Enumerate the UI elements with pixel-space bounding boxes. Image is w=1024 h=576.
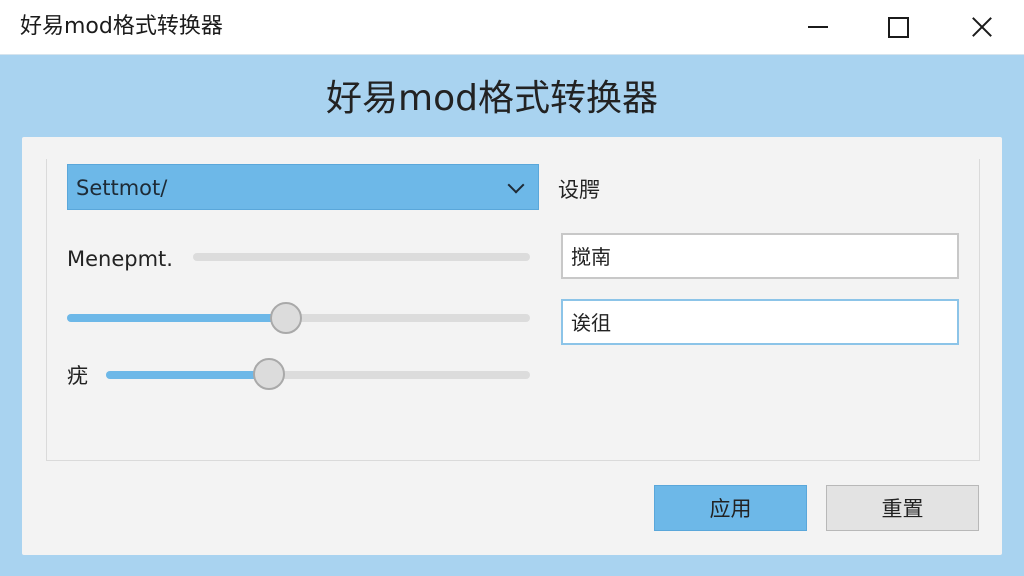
- app-title: 好易mod格式转换器: [326, 78, 658, 119]
- minimize-button[interactable]: [788, 0, 848, 54]
- minimize-icon: [808, 26, 828, 28]
- dropdown-value: Settmot/: [76, 176, 168, 200]
- text-field-2-value: 诶徂: [571, 311, 611, 335]
- reset-button[interactable]: 重置: [826, 485, 979, 531]
- slider1-label: Menepmt.: [67, 247, 173, 271]
- slider3-fill: [106, 371, 269, 379]
- chevron-down-icon: [507, 176, 525, 194]
- app-header: 好易mod格式转换器: [0, 72, 1024, 126]
- app-window: 好易mod格式转换器 好易mod格式转换器 Settmot/ 设腭 Menepm…: [0, 0, 1024, 576]
- apply-button[interactable]: 应用: [654, 485, 807, 531]
- content-panel: Settmot/ 设腭 Menepmt. 疣 搅南 诶徂 应用 重置: [22, 137, 1002, 555]
- slider1-track[interactable]: [193, 253, 530, 261]
- text-field-2[interactable]: 诶徂: [561, 299, 959, 345]
- maximize-icon: [887, 16, 909, 38]
- slider3-label: 疣: [67, 364, 88, 388]
- settings-dropdown[interactable]: Settmot/: [67, 164, 539, 210]
- window-title: 好易mod格式转换器: [20, 14, 223, 39]
- text-field-1[interactable]: 搅南: [561, 233, 959, 279]
- slider2-thumb[interactable]: [270, 302, 302, 334]
- maximize-button[interactable]: [868, 0, 928, 54]
- close-button[interactable]: [952, 0, 1012, 54]
- slider2-fill: [67, 314, 285, 322]
- title-bar: 好易mod格式转换器: [0, 0, 1024, 55]
- text-field-1-value: 搅南: [571, 245, 611, 269]
- side-label: 设腭: [558, 178, 600, 202]
- slider3-thumb[interactable]: [253, 358, 285, 390]
- close-icon: [971, 16, 993, 38]
